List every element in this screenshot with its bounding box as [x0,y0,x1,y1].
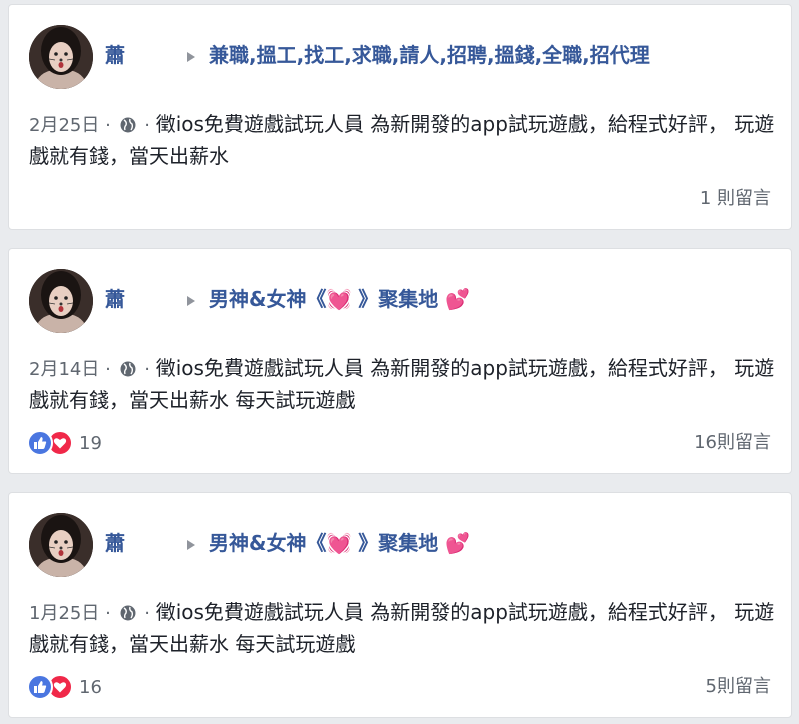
triangle-right-icon [187,52,195,62]
author-name[interactable]: 蕭 [105,529,125,557]
meta-separator: · [138,603,156,624]
globe-icon[interactable] [119,112,137,133]
avatar[interactable] [29,513,93,577]
reaction-count: 16 [79,676,102,698]
avatar[interactable] [29,25,93,89]
comment-count-link[interactable]: 5則留言 [706,673,771,701]
globe-icon[interactable] [119,356,137,377]
triangle-right-icon [187,540,195,550]
reactions-summary[interactable]: 19 [27,429,102,457]
group-link[interactable]: 兼職,搵工,找工,求職,請人,招聘,搵錢,全職,招代理 [209,41,650,69]
post-card: 蕭 兼職,搵工,找工,求職,請人,招聘,搵錢,全職,招代理 2月25日 · · … [8,4,792,230]
post-date[interactable]: 2月14日 [29,359,99,380]
comment-count-link[interactable]: 1 則留言 [700,185,771,213]
post-body: 2月25日 · · 徵ios免費遊戲試玩人員 為新開發的app試玩遊戲，給程式好… [29,109,779,171]
post-body: 2月14日 · · 徵ios免費遊戲試玩人員 為新開發的app試玩遊戲，給程式好… [29,353,779,415]
thumbs-up-icon [27,430,53,456]
post-card: 蕭 男神&女神《💓 》聚集地 💕 1月25日 · · 徵ios免費遊戲試玩人員 … [8,492,792,718]
avatar-image [29,25,93,89]
post-body: 1月25日 · · 徵ios免費遊戲試玩人員 為新開發的app試玩遊戲，給程式好… [29,597,779,659]
post-date[interactable]: 1月25日 [29,603,99,624]
reaction-count: 19 [79,432,102,454]
post-date[interactable]: 2月25日 [29,115,99,136]
triangle-right-icon [187,296,195,306]
avatar-image [29,513,93,577]
reactions-summary[interactable]: 16 [27,673,102,701]
meta-separator: · [138,115,156,136]
group-link[interactable]: 男神&女神《💓 》聚集地 💕 [209,529,470,557]
author-name[interactable]: 蕭 [105,285,125,313]
meta-separator: · [138,359,156,380]
meta-separator: · [99,603,117,624]
post-card: 蕭 男神&女神《💓 》聚集地 💕 2月14日 · · 徵ios免費遊戲試玩人員 … [8,248,792,474]
feed: 蕭 兼職,搵工,找工,求職,請人,招聘,搵錢,全職,招代理 2月25日 · · … [0,0,799,724]
comment-count-link[interactable]: 16則留言 [694,429,771,457]
avatar[interactable] [29,269,93,333]
globe-icon[interactable] [119,600,137,621]
thumbs-up-icon [27,674,53,700]
author-name[interactable]: 蕭 [105,41,125,69]
meta-separator: · [99,359,117,380]
group-link[interactable]: 男神&女神《💓 》聚集地 💕 [209,285,470,313]
meta-separator: · [99,115,117,136]
avatar-image [29,269,93,333]
